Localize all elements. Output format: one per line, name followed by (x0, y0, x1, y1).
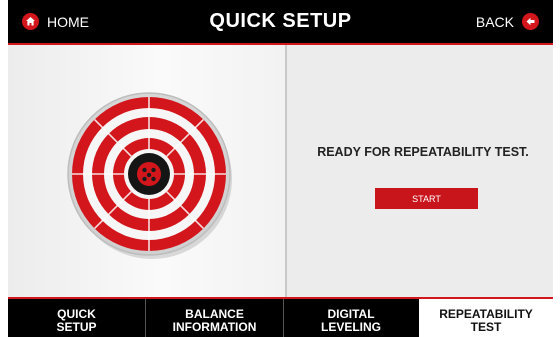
main-content: READY FOR REPEATABILITY TEST. START (8, 45, 553, 297)
home-label: HOME (47, 13, 89, 30)
back-label: BACK (475, 13, 514, 30)
tab-label: BALANCE INFORMATION (172, 307, 257, 334)
tab-label: DIGITAL LEVELING (320, 307, 381, 334)
back-arrow-icon (522, 13, 539, 30)
status-panel: READY FOR REPEATABILITY TEST. START (287, 45, 553, 297)
target-icon (67, 92, 232, 259)
tab-repeatability-test[interactable]: REPEATABILITY TEST (419, 299, 553, 337)
tab-balance-information[interactable]: BALANCE INFORMATION (146, 299, 283, 337)
top-bar: QUICK SETUP HOME BACK (8, 0, 553, 45)
back-button[interactable]: BACK (476, 0, 539, 43)
home-icon (22, 13, 39, 30)
app-screen: QUICK SETUP HOME BACK READY FOR REPEATAB… (8, 0, 553, 337)
start-button[interactable]: START (375, 188, 478, 209)
illustration-panel (8, 45, 285, 297)
tab-label: QUICK SETUP (56, 307, 97, 334)
bottom-tab-bar: QUICK SETUP BALANCE INFORMATION DIGITAL … (8, 297, 553, 337)
status-message: READY FOR REPEATABILITY TEST. (317, 145, 529, 159)
tab-quick-setup[interactable]: QUICK SETUP (8, 299, 145, 337)
home-button[interactable]: HOME (22, 0, 89, 43)
tab-digital-leveling[interactable]: DIGITAL LEVELING (284, 299, 418, 337)
tab-label: REPEATABILITY TEST (439, 307, 533, 334)
page-title: QUICK SETUP (209, 10, 352, 32)
